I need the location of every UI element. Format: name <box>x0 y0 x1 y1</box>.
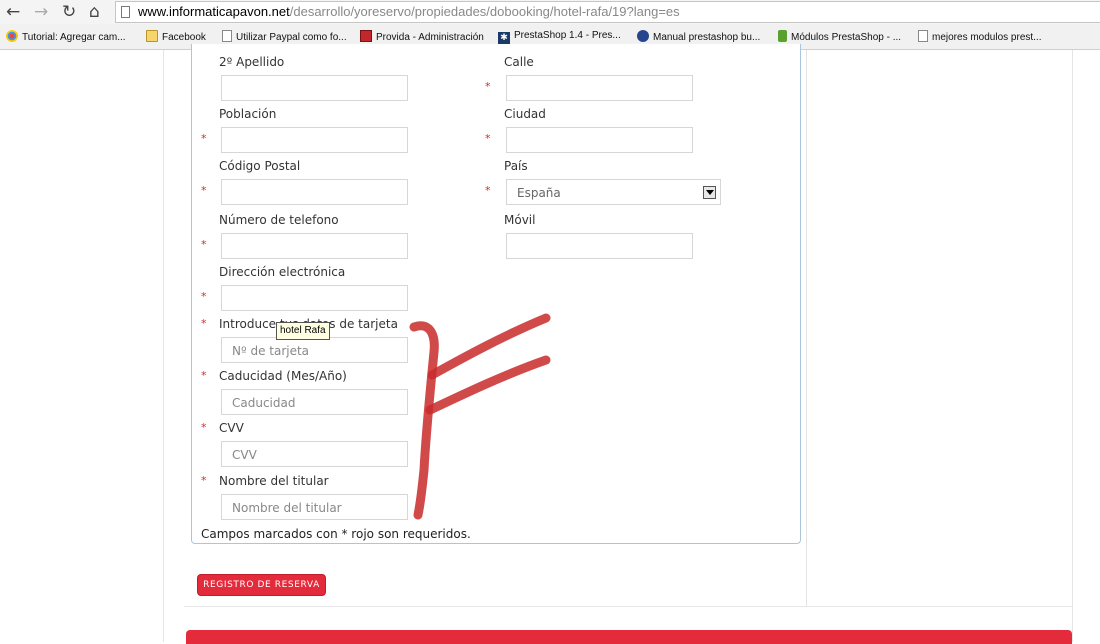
divider <box>184 606 1072 607</box>
scribble-stroke-vertical <box>409 321 439 520</box>
registro-reserva-button[interactable]: REGISTRO DE RESERVA <box>197 574 326 596</box>
red-scribble-annotation <box>409 313 551 520</box>
tooltip: hotel Rafa <box>276 322 330 340</box>
